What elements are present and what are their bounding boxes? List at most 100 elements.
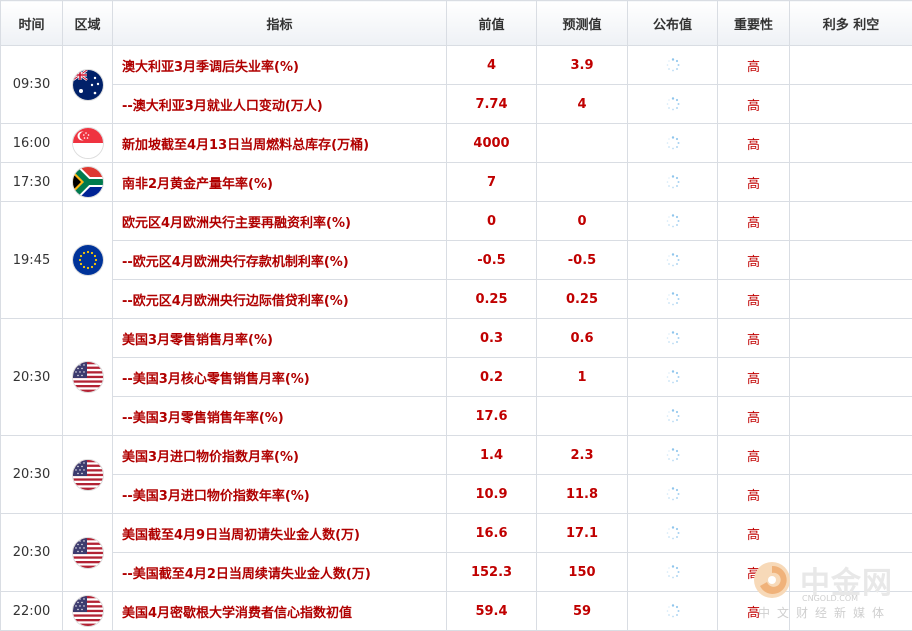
indicator-link[interactable]: 美国3月零售销售月率(%) (113, 319, 447, 358)
loading-spinner-icon (666, 448, 680, 462)
forecast-value: 4 (537, 85, 628, 124)
importance-value: 高 (718, 514, 790, 553)
previous-value: 0 (447, 202, 537, 241)
previous-value: 4000 (447, 124, 537, 163)
indicator-link[interactable]: 美国截至4月9日当周初请失业金人数(万) (113, 514, 447, 553)
published-cell (628, 85, 718, 124)
indicator-link[interactable]: 澳大利亚3月季调后失业率(%) (113, 46, 447, 85)
table-row: 20:30美国3月零售销售月率(%)0.30.6高 (1, 319, 912, 358)
published-cell (628, 592, 718, 631)
bull-bear-cell (790, 436, 912, 475)
us-flag-icon (72, 537, 104, 569)
indicator-link[interactable]: 欧元区4月欧洲央行主要再融资利率(%) (113, 202, 447, 241)
event-time: 09:30 (1, 46, 63, 124)
event-time: 20:30 (1, 514, 63, 592)
forecast-value: 0.6 (537, 319, 628, 358)
forecast-value: 0 (537, 202, 628, 241)
previous-value: 7 (447, 163, 537, 202)
region-cell (63, 319, 113, 436)
previous-value: 17.6 (447, 397, 537, 436)
loading-spinner-icon (666, 487, 680, 501)
table-row: --欧元区4月欧洲央行边际借贷利率(%)0.250.25高 (1, 280, 912, 319)
forecast-value: 3.9 (537, 46, 628, 85)
event-time: 19:45 (1, 202, 63, 319)
region-cell (63, 592, 113, 631)
bull-bear-cell (790, 514, 912, 553)
region-cell (63, 46, 113, 124)
published-cell (628, 202, 718, 241)
loading-spinner-icon (666, 136, 680, 150)
forecast-value: 59 (537, 592, 628, 631)
event-time: 17:30 (1, 163, 63, 202)
published-cell (628, 124, 718, 163)
indicator-link[interactable]: --欧元区4月欧洲央行存款机制利率(%) (113, 241, 447, 280)
bull-bear-cell (790, 241, 912, 280)
forecast-value: 1 (537, 358, 628, 397)
published-cell (628, 358, 718, 397)
importance-value: 高 (718, 241, 790, 280)
published-cell (628, 397, 718, 436)
loading-spinner-icon (666, 175, 680, 189)
importance-value: 高 (718, 397, 790, 436)
indicator-link[interactable]: 美国3月进口物价指数月率(%) (113, 436, 447, 475)
indicator-link[interactable]: 新加坡截至4月13日当周燃料总库存(万桶) (113, 124, 447, 163)
loading-spinner-icon (666, 526, 680, 540)
us-flag-icon (72, 361, 104, 393)
bull-bear-cell (790, 85, 912, 124)
au-flag-icon (72, 69, 104, 101)
region-cell (63, 202, 113, 319)
us-flag-icon (72, 459, 104, 491)
previous-value: 0.2 (447, 358, 537, 397)
region-cell (63, 436, 113, 514)
table-row: --欧元区4月欧洲央行存款机制利率(%)-0.5-0.5高 (1, 241, 912, 280)
indicator-link[interactable]: --美国3月零售销售年率(%) (113, 397, 447, 436)
importance-value: 高 (718, 85, 790, 124)
loading-spinner-icon (666, 409, 680, 423)
us-flag-icon (72, 595, 104, 627)
importance-value: 高 (718, 358, 790, 397)
previous-value: 1.4 (447, 436, 537, 475)
bull-bear-cell (790, 553, 912, 592)
header-time: 时间 (1, 1, 63, 46)
sg-flag-icon (72, 127, 104, 159)
region-cell (63, 124, 113, 163)
bull-bear-cell (790, 397, 912, 436)
importance-value: 高 (718, 475, 790, 514)
header-importance: 重要性 (718, 1, 790, 46)
table-row: 17:30南非2月黄金产量年率(%)7高 (1, 163, 912, 202)
published-cell (628, 514, 718, 553)
previous-value: 152.3 (447, 553, 537, 592)
table-row: --美国截至4月2日当周续请失业金人数(万)152.3150高 (1, 553, 912, 592)
header-indicator: 指标 (113, 1, 447, 46)
previous-value: 59.4 (447, 592, 537, 631)
event-time: 20:30 (1, 436, 63, 514)
indicator-link[interactable]: --澳大利亚3月就业人口变动(万人) (113, 85, 447, 124)
published-cell (628, 319, 718, 358)
loading-spinner-icon (666, 214, 680, 228)
table-row: 22:00美国4月密歇根大学消费者信心指数初值59.459高 (1, 592, 912, 631)
indicator-link[interactable]: --美国3月进口物价指数年率(%) (113, 475, 447, 514)
loading-spinner-icon (666, 292, 680, 306)
table-row: 20:30美国3月进口物价指数月率(%)1.42.3高 (1, 436, 912, 475)
event-time: 22:00 (1, 592, 63, 631)
indicator-link[interactable]: --美国3月核心零售销售月率(%) (113, 358, 447, 397)
forecast-value: -0.5 (537, 241, 628, 280)
forecast-value: 2.3 (537, 436, 628, 475)
table-header-row: 时间 区域 指标 前值 预测值 公布值 重要性 利多 利空 (1, 1, 912, 46)
indicator-link[interactable]: 南非2月黄金产量年率(%) (113, 163, 447, 202)
indicator-link[interactable]: 美国4月密歇根大学消费者信心指数初值 (113, 592, 447, 631)
previous-value: 7.74 (447, 85, 537, 124)
published-cell (628, 436, 718, 475)
indicator-link[interactable]: --欧元区4月欧洲央行边际借贷利率(%) (113, 280, 447, 319)
economic-calendar-table: 时间 区域 指标 前值 预测值 公布值 重要性 利多 利空 09:30 澳大利亚3… (0, 0, 912, 631)
published-cell (628, 46, 718, 85)
forecast-value (537, 397, 628, 436)
bull-bear-cell (790, 592, 912, 631)
importance-value: 高 (718, 46, 790, 85)
loading-spinner-icon (666, 565, 680, 579)
previous-value: 16.6 (447, 514, 537, 553)
bull-bear-cell (790, 475, 912, 514)
eu-flag-icon (72, 244, 104, 276)
previous-value: 0.3 (447, 319, 537, 358)
indicator-link[interactable]: --美国截至4月2日当周续请失业金人数(万) (113, 553, 447, 592)
